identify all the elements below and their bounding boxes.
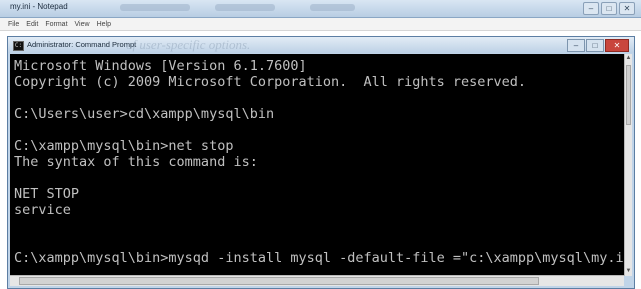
notepad-titlebar: my.ini - Notepad – □ ✕ [0, 0, 641, 18]
menu-file[interactable]: File [8, 18, 19, 30]
menu-view[interactable]: View [75, 18, 90, 30]
menu-help[interactable]: Help [97, 18, 111, 30]
console-line: C:\xampp\mysql\bin>net stop [14, 138, 234, 154]
horizontal-scrollbar[interactable] [10, 275, 624, 286]
notepad-minimize-button[interactable]: – [583, 2, 599, 15]
command-prompt-window: C: Administrator: Command Prompt of user… [7, 36, 635, 289]
console-line: The syntax of this command is: [14, 154, 258, 170]
vertical-scrollbar[interactable]: ▲ ▼ [624, 54, 632, 276]
menu-edit[interactable]: Edit [26, 18, 38, 30]
console-line: Microsoft Windows [Version 6.1.7600] [14, 58, 307, 74]
horizontal-scroll-thumb[interactable] [19, 277, 539, 285]
scroll-up-arrow-icon[interactable]: ▲ [625, 54, 632, 63]
vertical-scroll-thumb[interactable] [626, 65, 631, 125]
cmd-background-text: of user-specific options. [126, 37, 251, 52]
notepad-title: my.ini - Notepad [10, 2, 68, 11]
notepad-window-controls: – □ ✕ [583, 2, 635, 15]
blurred-tab [120, 4, 190, 11]
console-line: C:\xampp\mysql\bin>mysqd -install mysql … [14, 250, 624, 266]
scroll-down-arrow-icon[interactable]: ▼ [625, 267, 632, 276]
notepad-maximize-button[interactable]: □ [601, 2, 617, 15]
console-line: Copyright (c) 2009 Microsoft Corporation… [14, 74, 527, 90]
cmd-app-icon: C: [13, 41, 24, 51]
cmd-titlebar[interactable]: C: Administrator: Command Prompt of user… [8, 37, 634, 53]
cmd-window-controls: – □ ✕ [567, 39, 629, 52]
console-line: NET STOP [14, 186, 80, 202]
cmd-close-button[interactable]: ✕ [605, 39, 629, 52]
cmd-maximize-button[interactable]: □ [586, 39, 604, 52]
console-line: C:\Users\user>cd\xampp\mysql\bin [14, 106, 275, 122]
blurred-tab [310, 4, 355, 11]
cmd-title: Administrator: Command Prompt [27, 40, 137, 49]
notepad-menubar: File Edit Format View Help [0, 18, 641, 31]
notepad-close-button[interactable]: ✕ [619, 2, 635, 15]
blurred-tab [215, 4, 275, 11]
menu-format[interactable]: Format [45, 18, 67, 30]
console-line: service [14, 202, 71, 218]
console-output[interactable]: Microsoft Windows [Version 6.1.7600] Cop… [10, 54, 624, 276]
cmd-minimize-button[interactable]: – [567, 39, 585, 52]
